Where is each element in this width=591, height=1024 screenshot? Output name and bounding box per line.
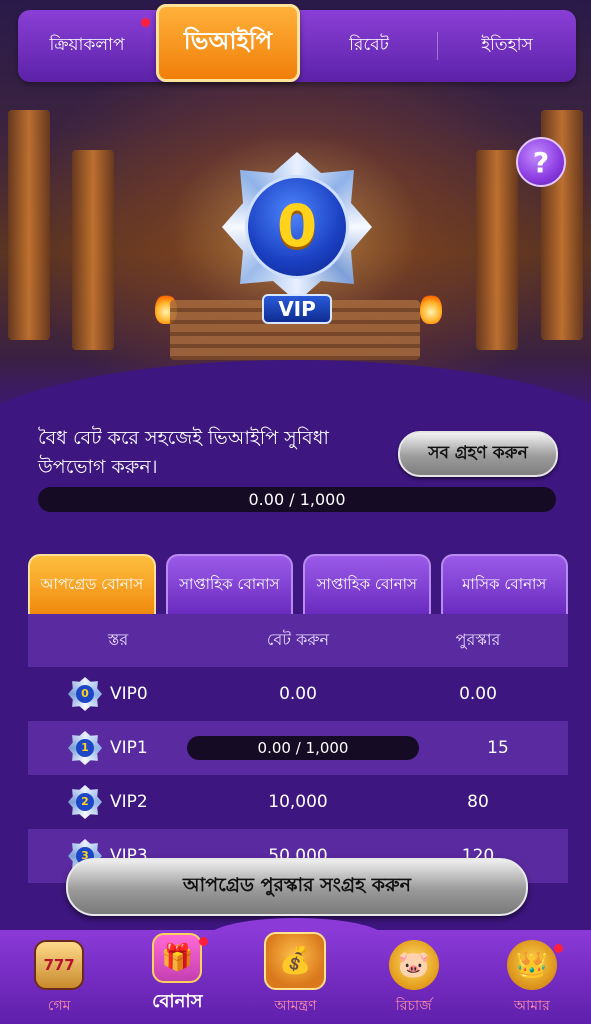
temple-pillar: [476, 150, 518, 350]
gift-box-icon: 🎁: [152, 933, 203, 983]
reward-cell: 80: [467, 792, 489, 812]
tab-label: রিবেট: [349, 35, 389, 55]
bet-cell: 10,000: [268, 792, 328, 812]
slot-machine-icon: 777: [34, 940, 85, 990]
bonus-tab-bar: আপগ্রেড বোনাস সাপ্তাহিক বোনাস সাপ্তাহিক …: [28, 554, 568, 614]
nav-label: আমার: [513, 998, 550, 1014]
top-tab-bar: ক্রিয়াকলাপ ভিআইপি রিবেট ইতিহাস: [18, 4, 576, 82]
claim-all-button[interactable]: সব গ্রহণ করুন: [398, 431, 558, 477]
tier-label: VIP1: [110, 738, 148, 758]
tab-monthly-bonus[interactable]: মাসিক বোনাস: [440, 554, 568, 614]
nav-recharge[interactable]: 🐷 রিচার্জ: [359, 940, 469, 1018]
nav-bonus[interactable]: 🎁 বোনাস: [122, 933, 232, 1018]
piggy-bank-icon: 🐷: [388, 940, 439, 990]
notification-dot: [199, 937, 209, 946]
nav-me[interactable]: 👑 আমার: [477, 940, 587, 1018]
tab-label: ভিআইপি: [183, 27, 273, 55]
bottom-navigation: 777 গেম 🎁 বোনাস 💰 আমন্ত্রণ 🐷 রিচার্জ 👑 আ…: [0, 930, 591, 1024]
tab-rebate[interactable]: রিবেট: [300, 10, 438, 82]
nav-label: আমন্ত্রণ: [274, 998, 317, 1014]
question-mark-icon: ?: [532, 145, 550, 179]
tab-weekly-bonus[interactable]: সাপ্তাহিক বোনাস: [165, 554, 293, 614]
vip-level-badge: 0 VIP: [212, 142, 382, 342]
header-tier: স্তর: [107, 630, 129, 649]
row-progress-bar: 0.00 / 1,000: [187, 736, 419, 760]
bet-cell: 0.00 / 1,000: [178, 736, 428, 760]
tab-label: আপগ্রেড বোনাস: [40, 574, 144, 593]
profile-icon: 👑: [506, 940, 557, 990]
notification-dot: [553, 944, 563, 953]
tab-label: মাসিক বোনাস: [462, 574, 547, 593]
tab-history[interactable]: ইতিহাস: [438, 10, 576, 82]
table-row: 1 VIP1 0.00 / 1,000 15: [28, 721, 568, 775]
collect-upgrade-reward-button[interactable]: আপগ্রেড পুরস্কার সংগ্রহ করুন: [66, 858, 528, 916]
tier-cell: 0 VIP0: [28, 677, 208, 711]
tab-weekly-bonus-2[interactable]: সাপ্তাহিক বোনাস: [303, 554, 431, 614]
nav-label: বোনাস: [152, 991, 203, 1012]
tab-label: সাপ্তাহিক বোনাস: [179, 574, 280, 593]
tab-label: ইতিহাস: [481, 35, 533, 55]
tab-vip[interactable]: ভিআইপি: [156, 4, 300, 82]
header-reward: পুরস্কার: [455, 630, 501, 649]
torch-flame: [420, 294, 442, 324]
vip-badge-icon: 0: [68, 677, 102, 711]
tier-label: VIP0: [110, 684, 148, 704]
nav-invite[interactable]: 💰 আমন্ত্রণ: [240, 932, 350, 1018]
header-bet: বেট করুন: [266, 630, 330, 649]
tab-label: সাপ্তাহিক বোনাস: [316, 574, 417, 593]
temple-pillar: [8, 110, 50, 340]
treasure-chest-icon: 💰: [264, 932, 327, 990]
tab-upgrade-bonus[interactable]: আপগ্রেড বোনাস: [28, 554, 156, 614]
tier-cell: 1 VIP1: [28, 731, 178, 765]
progress-text: 0.00 / 1,000: [257, 739, 349, 757]
tier-cell: 2 VIP2: [28, 785, 208, 819]
hero-bottom-curve: [0, 360, 591, 420]
bet-cell: 0.00: [279, 684, 317, 704]
progress-text: 0.00 / 1,000: [248, 490, 346, 509]
badge-number: 1: [76, 739, 94, 757]
temple-pillar: [72, 150, 114, 350]
tier-label: VIP2: [110, 792, 148, 812]
claim-all-label: সব গ্রহণ করুন: [428, 443, 528, 463]
nav-game[interactable]: 777 গেম: [4, 940, 114, 1018]
vip-info-text: বৈধ বেট করে সহজেই ভিআইপি সুবিধা উপভোগ কর…: [38, 427, 329, 478]
vip-level-table: স্তর বেট করুন পুরস্কার 0 VIP0 0.00 0.00 …: [28, 614, 568, 883]
notification-dot: [141, 18, 150, 27]
vip-badge-icon: 1: [68, 731, 102, 765]
tab-label: ক্রিয়াকলাপ: [49, 35, 125, 55]
reward-cell: 15: [487, 738, 509, 758]
table-row: 2 VIP2 10,000 80: [28, 775, 568, 829]
collect-button-label: আপগ্রেড পুরস্কার সংগ্রহ করুন: [183, 874, 411, 896]
table-row: 0 VIP0 0.00 0.00: [28, 667, 568, 721]
vip-badge-icon: 2: [68, 785, 102, 819]
vip-level-number: 0: [276, 192, 318, 260]
badge-number: 2: [76, 793, 94, 811]
table-header: স্তর বেট করুন পুরস্কার: [28, 614, 568, 667]
nav-label: রিচার্জ: [395, 998, 432, 1014]
help-button[interactable]: ?: [516, 137, 566, 187]
vip-ribbon: VIP: [262, 294, 332, 324]
nav-label: গেম: [47, 998, 71, 1014]
vip-progress-bar: 0.00 / 1,000: [38, 487, 556, 512]
reward-cell: 0.00: [459, 684, 497, 704]
badge-number: 0: [76, 685, 94, 703]
tab-activity[interactable]: ক্রিয়াকলাপ: [18, 10, 156, 82]
